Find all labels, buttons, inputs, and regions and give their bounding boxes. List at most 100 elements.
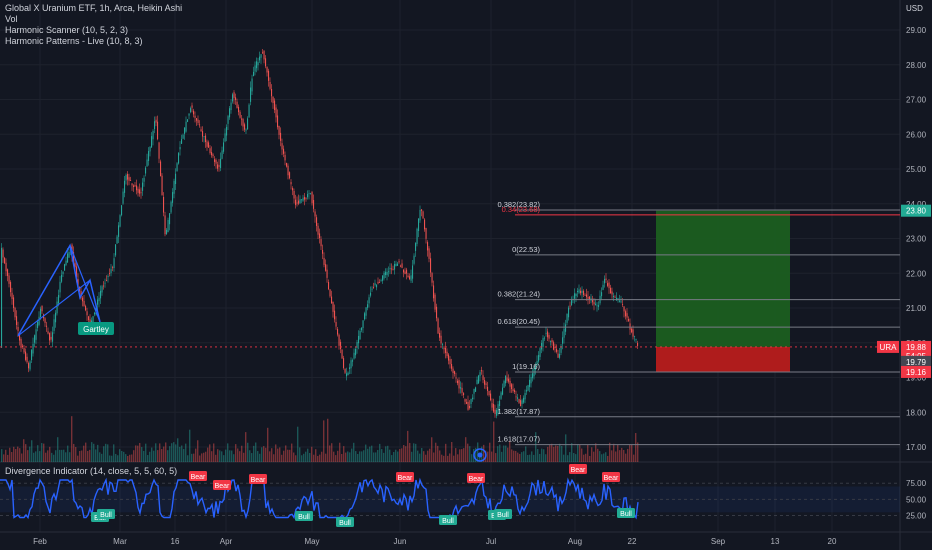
candle-body xyxy=(565,324,567,332)
volume-bar xyxy=(289,449,291,462)
volume-bar xyxy=(87,450,89,462)
candle-body xyxy=(265,58,267,67)
candle-body xyxy=(112,267,114,269)
volume-bar xyxy=(215,454,217,462)
fib-level-label: 0.34(23.68) xyxy=(502,205,541,214)
time-tick-label: 20 xyxy=(828,537,837,546)
candle-body xyxy=(361,327,363,331)
volume-bar xyxy=(217,449,219,462)
volume-bar xyxy=(317,455,319,462)
candle-body xyxy=(341,349,343,359)
volume-bar xyxy=(145,443,147,462)
candle-body xyxy=(541,343,543,350)
volume-bar xyxy=(51,452,53,462)
volume-bar xyxy=(141,447,143,462)
candle-body xyxy=(200,129,202,132)
candle-body xyxy=(176,163,178,172)
volume-bar xyxy=(459,449,461,462)
candle-body xyxy=(101,286,103,293)
harmonic-scanner-legend[interactable]: Harmonic Scanner (10, 5, 2, 3) xyxy=(5,25,182,36)
candle-body xyxy=(196,118,198,121)
volume-bar xyxy=(115,453,117,462)
candle-body xyxy=(148,151,150,161)
volume-bar xyxy=(167,450,169,462)
candle-body xyxy=(214,159,216,162)
harmonic-patterns-legend[interactable]: Harmonic Patterns - Live (10, 8, 3) xyxy=(5,36,182,47)
time-tick-label: Aug xyxy=(568,537,582,546)
volume-bar xyxy=(637,442,639,462)
candle-body xyxy=(193,110,195,115)
candle-body xyxy=(211,152,213,156)
candle-body xyxy=(454,371,456,374)
volume-legend[interactable]: Vol xyxy=(5,14,182,25)
candle-body xyxy=(580,290,582,294)
volume-bar xyxy=(587,444,589,462)
volume-bar xyxy=(59,449,61,462)
candle-body xyxy=(515,396,517,398)
candle-body xyxy=(503,380,505,388)
fib-level-label: 0.382(21.24) xyxy=(497,290,540,299)
candle-body xyxy=(140,192,142,194)
candle-body xyxy=(517,397,519,399)
volume-bar xyxy=(533,454,535,462)
price-tick-label: 26.00 xyxy=(906,130,927,139)
candle-body xyxy=(224,133,226,142)
candle-body xyxy=(620,301,622,303)
bear-divergence-label: Bear xyxy=(191,474,206,481)
candle-body xyxy=(169,213,171,225)
volume-bar xyxy=(497,446,499,462)
candle-body xyxy=(484,379,486,385)
volume-bar xyxy=(267,427,269,462)
candle-body xyxy=(164,215,166,235)
candle-body xyxy=(391,268,393,270)
candle-body xyxy=(107,275,109,277)
volume-bar xyxy=(359,451,361,462)
candle-body xyxy=(424,219,426,230)
fib-level-label: 1.382(17.87) xyxy=(497,407,540,416)
volume-bar xyxy=(163,446,165,462)
volume-bar xyxy=(589,455,591,462)
candle-body xyxy=(349,367,351,370)
divergence-indicator-title[interactable]: Divergence Indicator (14, close, 5, 5, 6… xyxy=(5,466,177,476)
candle-body xyxy=(377,281,379,284)
candle-body xyxy=(31,350,33,360)
symbol-title[interactable]: Global X Uranium ETF, 1h, Arca, Heikin A… xyxy=(5,3,182,14)
volume-bar xyxy=(173,442,175,462)
candle-body xyxy=(119,215,121,227)
candle-body xyxy=(316,217,318,226)
candle-body xyxy=(634,335,636,337)
volume-bar xyxy=(231,450,233,462)
volume-bar xyxy=(347,451,349,462)
candle-body xyxy=(227,116,229,124)
time-tick-label: Feb xyxy=(33,537,47,546)
candle-body xyxy=(421,209,423,211)
candle-body xyxy=(332,301,334,312)
volume-bar xyxy=(385,446,387,462)
candle-body xyxy=(170,201,172,213)
volume-bar xyxy=(199,455,201,462)
candle-body xyxy=(35,329,37,340)
volume-bar xyxy=(235,444,237,462)
candle-body xyxy=(37,321,39,328)
volume-bar xyxy=(193,453,195,462)
candle-body xyxy=(386,271,388,276)
volume-bar xyxy=(615,451,617,462)
volume-bar xyxy=(451,442,453,462)
candle-body xyxy=(310,193,312,195)
candle-body xyxy=(263,50,265,60)
candle-body xyxy=(205,135,207,143)
candle-body xyxy=(182,134,184,139)
volume-bar xyxy=(341,453,343,462)
candle-body xyxy=(353,352,355,359)
volume-bar xyxy=(449,453,451,462)
candle-body xyxy=(553,342,555,350)
candle-body xyxy=(493,403,495,412)
candle-body xyxy=(623,306,625,312)
candle-body xyxy=(185,121,187,132)
price-tick-label: 28.00 xyxy=(906,61,927,70)
volume-bar xyxy=(437,445,439,462)
candle-body xyxy=(475,387,477,392)
candle-body xyxy=(455,377,457,379)
candle-body xyxy=(563,328,565,338)
candle-body xyxy=(229,108,231,118)
